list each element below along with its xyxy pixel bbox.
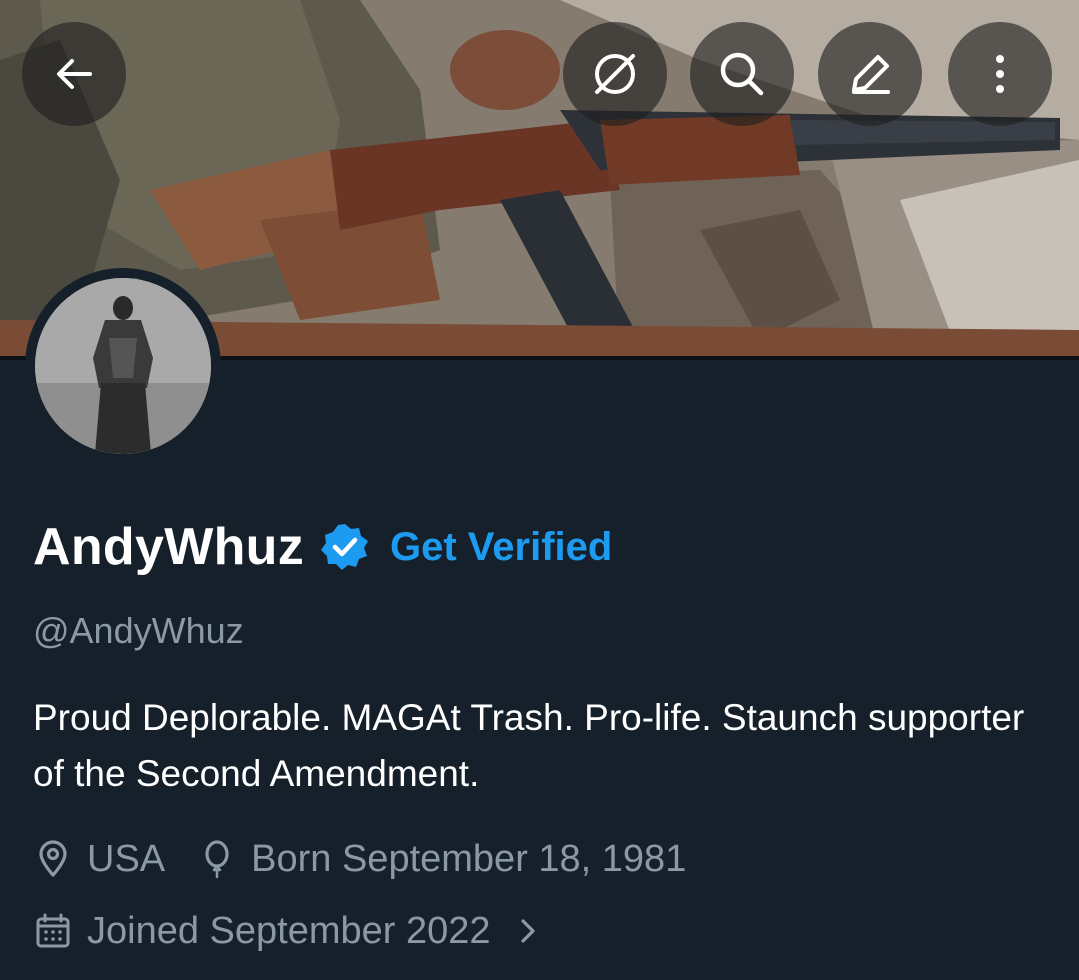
chevron-right-icon[interactable]: [513, 911, 543, 951]
profile-meta-row: USA Born September 18, 1981: [33, 832, 718, 886]
joined-item: Joined September 2022: [33, 910, 491, 953]
edit-button[interactable]: [818, 22, 922, 126]
grok-button[interactable]: [563, 22, 667, 126]
birthday-item: Born September 18, 1981: [197, 838, 686, 881]
get-verified-link[interactable]: Get Verified: [390, 525, 612, 570]
profile-bio: Proud Deplorable. MAGAt Trash. Pro-life.…: [33, 697, 1025, 794]
display-name: AndyWhuz: [33, 518, 305, 576]
search-button[interactable]: [690, 22, 794, 126]
pencil-icon: [852, 55, 890, 94]
verified-badge-icon[interactable]: [320, 522, 370, 572]
balloon-icon: [205, 840, 229, 879]
profile-avatar[interactable]: [25, 268, 221, 464]
location-pin-icon: [39, 840, 67, 877]
joined-row[interactable]: Joined September 2022: [33, 904, 543, 958]
more-options-button[interactable]: [948, 22, 1052, 126]
arrow-left-icon: [57, 59, 92, 89]
name-row: AndyWhuz Get Verified: [33, 512, 612, 582]
birthday-text: Born September 18, 1981: [251, 837, 687, 880]
back-button[interactable]: [22, 22, 126, 126]
joined-text: Joined September 2022: [87, 909, 491, 952]
user-handle: @AndyWhuz: [33, 610, 244, 651]
avatar-image: [35, 278, 211, 454]
grok-icon: [595, 54, 635, 94]
more-vertical-icon: [996, 55, 1004, 93]
calendar-icon: [36, 913, 70, 948]
location-text: USA: [87, 837, 166, 880]
search-icon: [720, 52, 764, 96]
location-item: USA: [33, 838, 165, 881]
